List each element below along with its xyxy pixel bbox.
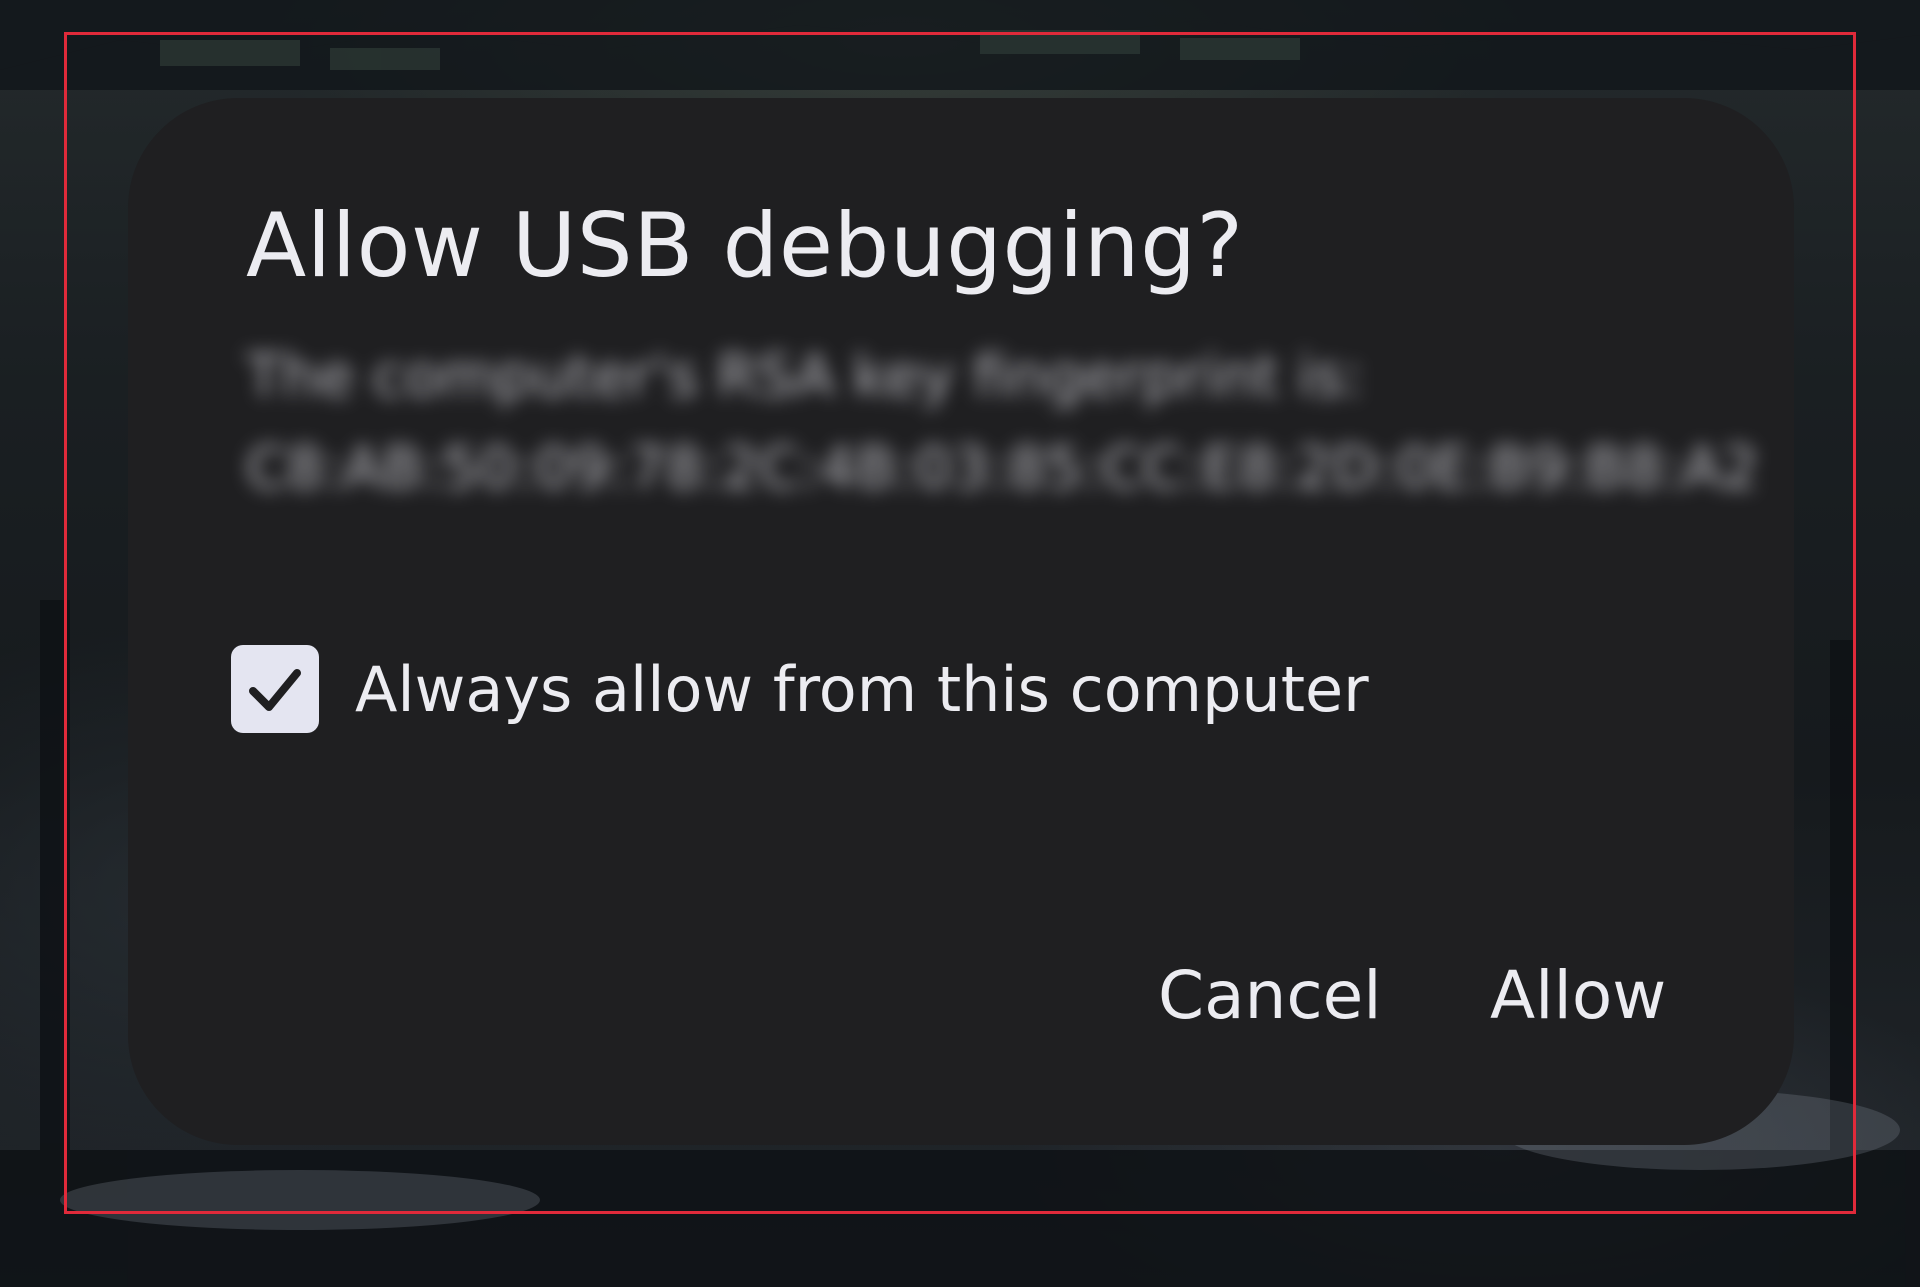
allow-button[interactable]: Allow [1490, 940, 1666, 1050]
check-icon [249, 669, 301, 711]
always-allow-label: Always allow from this computer [355, 652, 1369, 726]
cancel-button[interactable]: Cancel [1158, 940, 1382, 1050]
usb-debugging-dialog: Allow USB debugging? The computer's RSA … [128, 98, 1794, 1145]
always-allow-checkbox[interactable] [231, 645, 319, 733]
always-allow-checkbox-row[interactable]: Always allow from this computer [231, 644, 1369, 734]
dialog-title: Allow USB debugging? [246, 194, 1244, 297]
dialog-message-blurred: The computer's RSA key fingerprint is: C… [246, 342, 1759, 502]
